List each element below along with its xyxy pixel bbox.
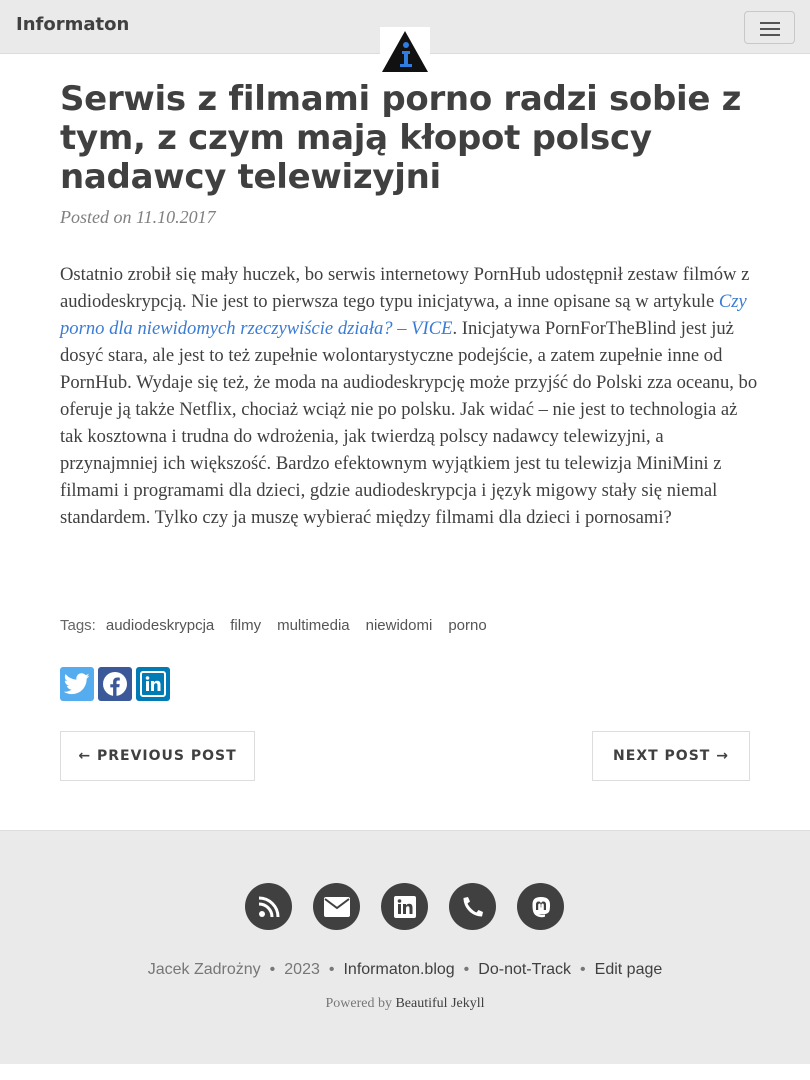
tag-list: Tags: audiodeskrypcja filmy multimedia n… — [60, 617, 487, 634]
post-text: Ostatnio zrobił się mały huczek, bo serw… — [60, 264, 750, 312]
mastodon-icon — [532, 896, 550, 917]
tag-link[interactable]: porno — [448, 617, 486, 634]
previous-post-button[interactable]: ← PREVIOUS POST — [60, 731, 255, 781]
hamburger-line — [760, 34, 780, 36]
post-date: Posted on 11.10.2017 — [60, 207, 216, 227]
share-facebook-button[interactable] — [98, 667, 132, 701]
site-brand-link[interactable]: Informaton — [16, 14, 129, 35]
share-buttons — [60, 667, 170, 701]
post-text: . Inicjatywa PornForTheBlind jest już do… — [60, 318, 758, 528]
twitter-icon — [64, 673, 90, 695]
do-not-track-link[interactable]: Do-not-Track — [478, 961, 571, 978]
separator: • — [580, 961, 586, 978]
rss-icon — [258, 896, 279, 917]
separator: • — [328, 961, 335, 978]
linkedin-icon — [140, 671, 166, 697]
linkedin-icon — [393, 895, 416, 918]
post-title: Serwis z filmami porno radzi sobie z tym… — [60, 79, 742, 197]
tag-link[interactable]: audiodeskrypcja — [106, 617, 214, 634]
email-icon — [323, 896, 350, 917]
phone-link[interactable] — [449, 883, 496, 930]
next-post-button[interactable]: NEXT POST → — [592, 731, 750, 781]
footer-links: Jacek Zadrożny • 2023 • Informaton.blog • Do-n… — [0, 961, 810, 979]
author-name: Jacek Zadrożny — [147, 961, 261, 978]
hamburger-line — [760, 28, 780, 30]
phone-icon — [463, 896, 483, 916]
separator: • — [269, 961, 276, 978]
site-logo[interactable] — [380, 27, 430, 75]
copyright-year: 2023 — [284, 961, 320, 978]
share-twitter-button[interactable] — [60, 667, 94, 701]
hamburger-line — [760, 22, 780, 24]
site-link[interactable]: Informaton.blog — [343, 961, 454, 978]
edit-page-link[interactable]: Edit page — [595, 961, 663, 978]
tag-link[interactable]: multimedia — [277, 617, 350, 634]
rss-link[interactable] — [245, 883, 292, 930]
beautiful-jekyll-link[interactable]: Beautiful Jekyll — [395, 996, 484, 1011]
email-link[interactable] — [313, 883, 360, 930]
share-linkedin-button[interactable] — [136, 667, 170, 701]
facebook-icon — [103, 672, 127, 696]
tag-link[interactable]: filmy — [230, 617, 261, 634]
mastodon-link[interactable] — [517, 883, 564, 930]
post-body: Ostatnio zrobił się mały huczek, bo serw… — [60, 261, 760, 531]
linkedin-link[interactable] — [381, 883, 428, 930]
info-triangle-logo-icon — [382, 31, 428, 72]
footer-social-links — [245, 883, 564, 930]
menu-toggle-button[interactable] — [744, 11, 795, 44]
footer: Jacek Zadrożny • 2023 • Informaton.blog • Do-n… — [0, 830, 810, 1064]
powered-by-prefix: Powered by — [325, 996, 392, 1011]
tags-label: Tags: — [60, 617, 96, 634]
separator: • — [463, 961, 470, 978]
powered-by: Powered by Beautiful Jekyll — [0, 996, 810, 1012]
tag-link[interactable]: niewidomi — [366, 617, 433, 634]
